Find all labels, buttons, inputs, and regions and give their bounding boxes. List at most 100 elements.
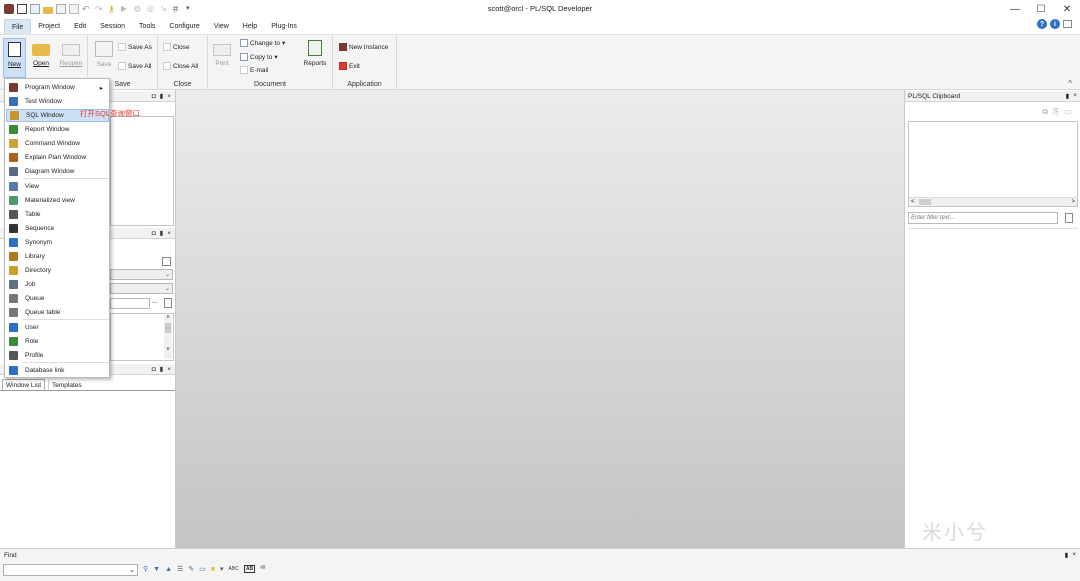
- restore-ribbon-icon[interactable]: [1063, 20, 1072, 28]
- find-in-window-icon[interactable]: ▭: [199, 565, 206, 573]
- browse-button[interactable]: ...: [152, 298, 158, 305]
- pin-icon[interactable]: ▮: [160, 229, 164, 237]
- owner-select[interactable]: ⌄: [110, 269, 173, 280]
- vertical-scrollbar[interactable]: ˄ ˅: [164, 315, 172, 359]
- menu-session[interactable]: Session: [93, 19, 132, 33]
- mdi-workspace[interactable]: [176, 90, 904, 548]
- new-button[interactable]: New: [3, 38, 26, 78]
- clear-icon[interactable]: ▭: [1064, 107, 1072, 117]
- rollback-icon[interactable]: ↘: [160, 4, 170, 14]
- new-menu-item-role[interactable]: Role: [6, 335, 109, 348]
- match-case-icon[interactable]: ABC: [229, 566, 239, 572]
- new-menu-item-job[interactable]: Job: [6, 278, 109, 291]
- redo-icon[interactable]: ↷: [95, 4, 105, 14]
- scroll-down-icon[interactable]: ˅: [164, 347, 172, 353]
- close-pane-icon[interactable]: ×: [167, 93, 171, 100]
- close-pane-icon[interactable]: ×: [1072, 551, 1076, 559]
- save-as-button[interactable]: Save As: [118, 43, 152, 51]
- clipboard-list[interactable]: < >: [908, 121, 1078, 207]
- menu-plug-ins[interactable]: Plug-Ins: [264, 19, 304, 33]
- undo-icon[interactable]: ↶: [82, 4, 92, 14]
- scroll-thumb[interactable]: [919, 199, 931, 205]
- scroll-left-icon[interactable]: <: [911, 199, 915, 205]
- object-tree[interactable]: [110, 116, 174, 226]
- horizontal-scrollbar[interactable]: < >: [909, 197, 1077, 206]
- customize-dropdown-icon[interactable]: ▾: [186, 4, 196, 14]
- close-pane-icon[interactable]: ×: [167, 230, 171, 237]
- new-dropdown-icon[interactable]: [30, 4, 40, 14]
- results-list[interactable]: ˄ ˅: [110, 313, 174, 361]
- save-all-button[interactable]: Save All: [118, 62, 152, 70]
- reports-button[interactable]: Reports: [302, 38, 328, 67]
- scroll-up-icon[interactable]: ˄: [164, 315, 172, 321]
- close-window-button[interactable]: ✕: [1054, 0, 1080, 18]
- copy-icon[interactable]: ⧉: [1042, 107, 1048, 117]
- menu-configure[interactable]: Configure: [162, 19, 206, 33]
- new-document-icon[interactable]: [17, 4, 27, 14]
- new-menu-item-library[interactable]: Library: [6, 250, 109, 263]
- info-icon[interactable]: i: [1050, 19, 1060, 29]
- new-menu-item-table[interactable]: Table: [6, 208, 109, 221]
- pin-icon[interactable]: ▮: [160, 92, 164, 100]
- new-menu-item-materialized-view[interactable]: Materialized view: [6, 194, 109, 207]
- close-button[interactable]: Close: [163, 43, 190, 51]
- new-menu-item-directory[interactable]: Directory: [6, 264, 109, 277]
- find-next-icon[interactable]: ▼: [153, 566, 160, 573]
- new-menu-item-test-window[interactable]: Test Window: [6, 95, 109, 108]
- new-filter-icon[interactable]: [1065, 213, 1073, 223]
- tab-templates[interactable]: Templates: [48, 380, 85, 390]
- new-instance-button[interactable]: New Instance: [339, 43, 388, 51]
- pin-icon[interactable]: ▮: [1065, 551, 1069, 559]
- filter-input[interactable]: [110, 298, 150, 309]
- reopen-button[interactable]: Reopen: [57, 38, 85, 67]
- pin-icon[interactable]: ▮: [160, 365, 164, 373]
- dock-icon[interactable]: ◘: [152, 230, 156, 237]
- save-button[interactable]: Save: [92, 38, 116, 68]
- tab-window-list[interactable]: Window List: [2, 379, 46, 390]
- menu-tools[interactable]: Tools: [132, 19, 162, 33]
- save-icon[interactable]: [56, 4, 66, 14]
- regex-icon[interactable]: ᴬᴮ: [260, 566, 265, 572]
- maximize-button[interactable]: ☐: [1028, 0, 1054, 18]
- menu-project[interactable]: Project: [31, 19, 67, 33]
- close-all-button[interactable]: Close All: [163, 62, 198, 70]
- options-dropdown-icon[interactable]: ▾: [220, 565, 224, 573]
- new-menu-item-profile[interactable]: Profile: [6, 349, 109, 362]
- new-menu-item-synonym[interactable]: Synonym: [6, 236, 109, 249]
- open-button[interactable]: Open: [29, 38, 53, 67]
- menu-view[interactable]: View: [207, 19, 236, 33]
- exit-button[interactable]: Exit: [339, 62, 360, 70]
- clipboard-filter-input[interactable]: Enter filter text...: [908, 212, 1058, 224]
- close-pane-icon[interactable]: ×: [167, 366, 171, 373]
- new-filter-icon[interactable]: [164, 298, 172, 308]
- scroll-right-icon[interactable]: >: [1071, 199, 1075, 205]
- new-menu-item-program-window[interactable]: Program Window ▸: [6, 81, 109, 94]
- find-all-icon[interactable]: ☰: [177, 565, 183, 573]
- copy-to-button[interactable]: Copy to ▾: [240, 53, 278, 61]
- print-button[interactable]: Print: [210, 38, 234, 67]
- type-select[interactable]: ⌄: [110, 283, 173, 294]
- new-menu-item-user[interactable]: User: [6, 321, 109, 334]
- dock-icon[interactable]: ◘: [152, 366, 156, 373]
- checkbox-box[interactable]: [110, 256, 173, 267]
- grid-icon[interactable]: #: [173, 4, 183, 14]
- execute-icon[interactable]: ▶: [121, 4, 131, 14]
- scroll-thumb[interactable]: [165, 323, 171, 333]
- highlight-icon[interactable]: ✎: [188, 565, 194, 573]
- new-menu-item-command-window[interactable]: Command Window: [6, 137, 109, 150]
- new-menu-item-explain-plan[interactable]: Explain Plan Window: [6, 151, 109, 164]
- menu-file[interactable]: File: [4, 19, 32, 34]
- minimize-button[interactable]: —: [1002, 0, 1028, 18]
- find-input[interactable]: ⌄: [3, 564, 138, 576]
- new-menu-item-sequence[interactable]: Sequence: [6, 222, 109, 235]
- menu-help[interactable]: Help: [236, 19, 264, 33]
- break-icon[interactable]: ◍: [134, 4, 144, 14]
- pin-icon[interactable]: ▮: [1066, 92, 1070, 100]
- change-to-button[interactable]: Change to ▾: [240, 39, 285, 47]
- dock-icon[interactable]: ◘: [152, 93, 156, 100]
- new-menu-item-queue-table[interactable]: Queue table: [6, 306, 109, 319]
- collapse-ribbon-button[interactable]: ^: [1068, 79, 1072, 88]
- new-menu-item-diagram-window[interactable]: Diagram Window: [6, 165, 109, 178]
- menu-edit[interactable]: Edit: [67, 19, 93, 33]
- help-icon[interactable]: ?: [1037, 19, 1047, 29]
